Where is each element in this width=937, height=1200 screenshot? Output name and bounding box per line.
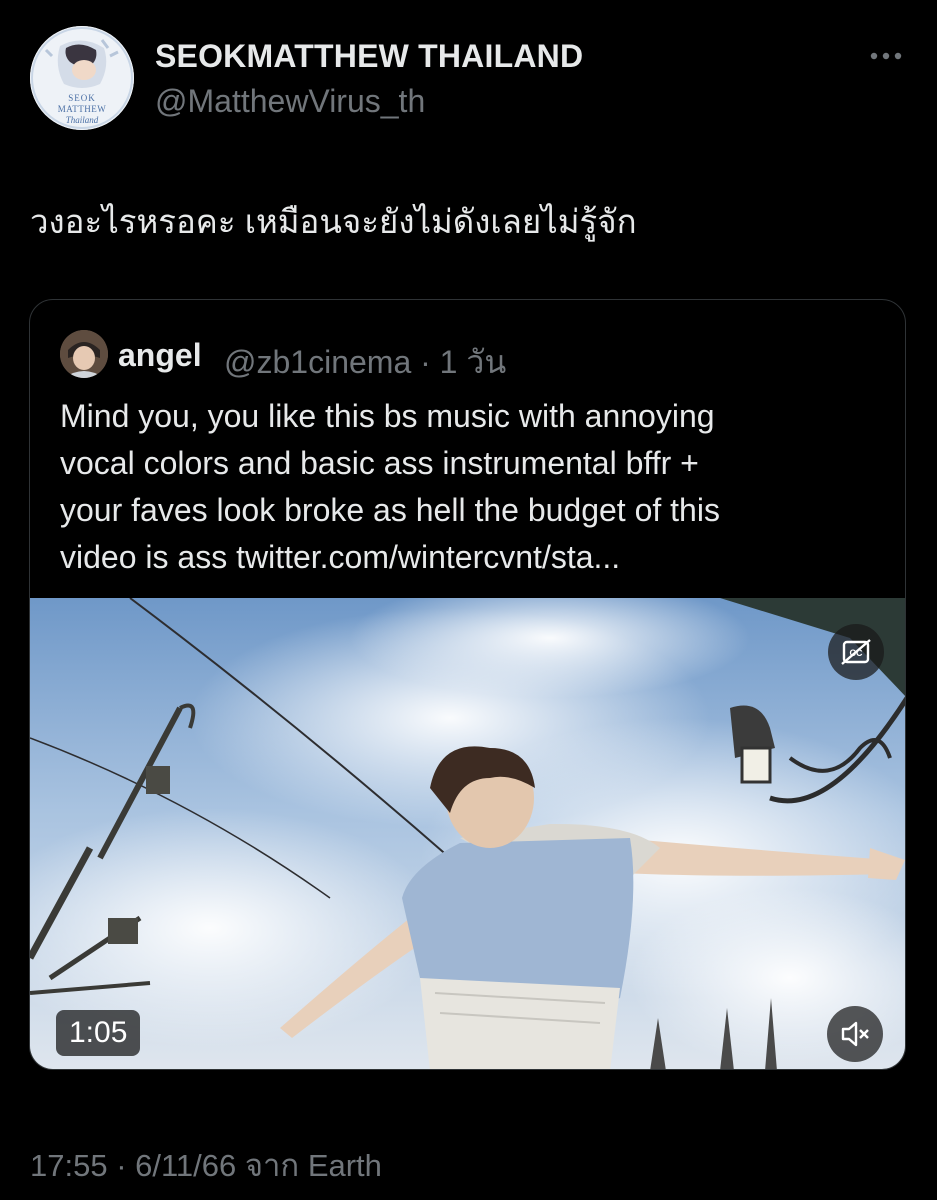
quoted-tweet-text: Mind you, you like this bs music with an… <box>60 393 890 581</box>
mute-button[interactable] <box>827 1006 883 1062</box>
quoted-tweet-card[interactable]: angel @zb1cinema · 1 วัน Mind you, you l… <box>29 299 906 1070</box>
author-avatar[interactable]: SEOK MATTHEW Thailand <box>30 26 134 130</box>
author-display-name[interactable]: SEOKMATTHEW THAILAND <box>155 38 583 75</box>
more-horizontal-icon <box>870 52 902 60</box>
quoted-author-name[interactable]: angel <box>118 337 202 374</box>
video-frame <box>30 598 905 1069</box>
captions-button[interactable]: CC <box>828 624 884 680</box>
quoted-text-line: Mind you, you like this bs music with an… <box>60 398 715 434</box>
video-player[interactable]: CC 1:05 <box>30 598 905 1069</box>
quoted-text-line: vocal colors and basic ass instrumental … <box>60 445 699 481</box>
tweet-text: วงอะไรหรอคะ เหมือนจะยังไม่ดังเลยไม่รู้จั… <box>30 203 637 240</box>
quoted-author-handle-time: @zb1cinema · 1 วัน <box>224 344 507 380</box>
volume-muted-icon <box>841 1021 869 1047</box>
quoted-avatar-image <box>60 330 108 378</box>
avatar-text-line-3: Thailand <box>65 115 99 125</box>
quoted-text-line: video is ass twitter.com/wintercvnt/sta.… <box>60 539 621 575</box>
quoted-author-avatar[interactable] <box>60 330 108 378</box>
more-options-button[interactable] <box>866 42 906 70</box>
author-handle[interactable]: @MatthewVirus_th <box>155 83 425 120</box>
video-duration: 1:05 <box>56 1010 141 1056</box>
avatar-text-line-2: MATTHEW <box>57 104 107 114</box>
quoted-text-line: your faves look broke as hell the budget… <box>60 492 720 528</box>
closed-captions-off-icon: CC <box>841 639 871 665</box>
avatar-text-line-1: SEOK <box>68 93 96 103</box>
tweet-timestamp[interactable]: 17:55 · 6/11/66 จาก Earth <box>30 1140 382 1190</box>
